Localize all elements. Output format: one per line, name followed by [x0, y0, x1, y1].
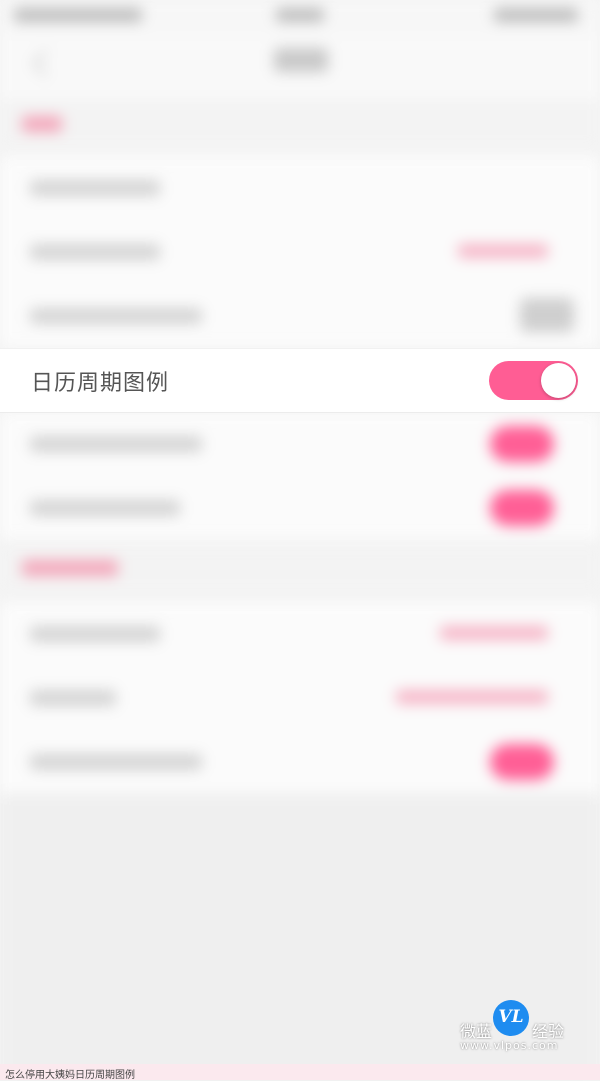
toggle-knob: [541, 363, 576, 398]
toggle-switch[interactable]: [490, 490, 554, 526]
toggle-switch[interactable]: [490, 744, 554, 780]
section-header: [0, 544, 600, 592]
calendar-legend-label: 日历周期图例: [31, 371, 170, 396]
nav-title: [274, 48, 328, 72]
watermark: 微蓝 VL 经验 www.vlpos.com: [458, 1000, 568, 1056]
caption-text: 怎么停用大姨妈日历周期图例: [5, 1070, 135, 1081]
settings-row[interactable]: [0, 730, 600, 795]
settings-row[interactable]: [0, 284, 600, 349]
navigation-bar: [0, 36, 600, 100]
settings-row[interactable]: [0, 476, 600, 541]
settings-row[interactable]: [0, 666, 600, 731]
blurred-background: [0, 0, 600, 1080]
settings-row[interactable]: [0, 220, 600, 285]
toggle-switch[interactable]: [490, 426, 554, 462]
calendar-legend-toggle[interactable]: [489, 361, 578, 400]
caption-bar: 怎么停用大姨妈日历周期图例: [0, 1064, 600, 1081]
settings-row[interactable]: [0, 412, 600, 477]
back-arrow-icon[interactable]: [32, 50, 59, 77]
logo-text: VL: [498, 1007, 524, 1027]
vl-logo-icon: VL: [493, 1000, 529, 1036]
settings-row[interactable]: [0, 602, 600, 667]
status-bar: [0, 0, 600, 36]
settings-row[interactable]: [0, 156, 600, 221]
gray-control[interactable]: [520, 298, 574, 332]
watermark-url: www.vlpos.com: [460, 1039, 559, 1052]
section-header: [0, 100, 600, 148]
calendar-legend-row[interactable]: 日历周期图例: [0, 348, 600, 413]
